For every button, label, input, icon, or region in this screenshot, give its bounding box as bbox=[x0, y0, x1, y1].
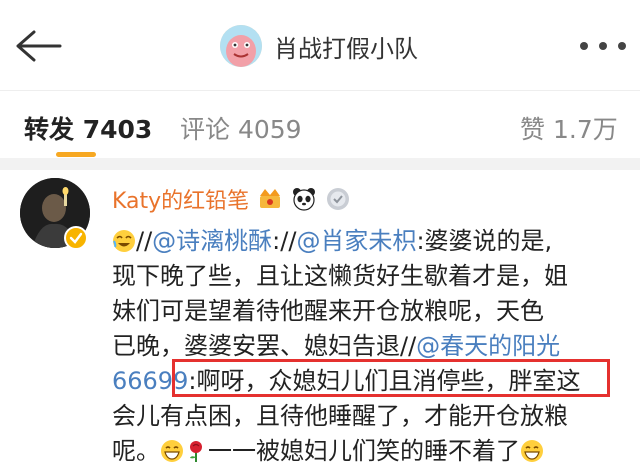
tab-like[interactable]: 赞 1.7万 bbox=[520, 110, 618, 146]
post-line: 会儿有点困，且待他睡醒了，才能开仓放粮 bbox=[112, 402, 568, 430]
tab-bar: 转发 7403 评论 4059 赞 1.7万 bbox=[0, 92, 640, 157]
post-text-segment: :婆婆说的是, bbox=[416, 227, 553, 255]
post-line: 呢。 一一被媳妇儿们笑的睡不着了 bbox=[112, 434, 632, 469]
top-bar: 肖战打假小队 bbox=[0, 0, 640, 90]
post-text-segment: :// bbox=[272, 227, 297, 255]
post-text-segment: 呢。 bbox=[112, 437, 160, 465]
post-text: //@诗漓桃酥://@肖家未枳:婆婆说的是, 现下晚了些，且让这懒货好生歇着才是… bbox=[112, 224, 632, 469]
page-header[interactable]: 肖战打假小队 bbox=[220, 24, 418, 68]
grin-emoji bbox=[161, 440, 183, 462]
panda-badge-icon[interactable] bbox=[291, 186, 317, 212]
tab-repost-count: 7403 bbox=[82, 115, 153, 144]
tab-comment-count: 4059 bbox=[237, 115, 302, 144]
tab-comment[interactable]: 评论 4059 bbox=[180, 110, 302, 146]
mention-link[interactable]: @春天的阳光 bbox=[416, 332, 560, 360]
mention-link[interactable]: @诗漓桃酥 bbox=[152, 227, 272, 255]
tab-comment-label: 评论 bbox=[180, 115, 231, 144]
post-text-segment: // bbox=[136, 227, 153, 255]
post-line: 现下晚了些，且让这懒货好生歇着才是，姐 bbox=[112, 262, 568, 290]
tab-repost-label: 转发 bbox=[24, 115, 75, 144]
post-line: 妹们可是望着待他醒来开仓放粮呢，天色 bbox=[112, 297, 544, 325]
tab-like-count: 1.7万 bbox=[552, 115, 618, 144]
post-header: Katy的红铅笔 bbox=[112, 182, 351, 216]
divider bbox=[0, 90, 640, 91]
post-text-segment: 一一被媳妇儿们笑的睡不着了 bbox=[208, 437, 520, 465]
back-arrow-icon[interactable] bbox=[12, 26, 64, 66]
tab-like-label: 赞 bbox=[520, 115, 546, 144]
username[interactable]: Katy的红铅笔 bbox=[112, 183, 249, 215]
grin-emoji bbox=[521, 440, 543, 462]
crying-laughing-emoji bbox=[113, 230, 135, 252]
post-text-segment: 已晚，婆婆安罢、媳妇告退// bbox=[112, 332, 417, 360]
crown-badge-icon[interactable] bbox=[257, 186, 283, 212]
rose-emoji bbox=[190, 441, 202, 462]
mention-link[interactable]: @肖家未枳 bbox=[296, 227, 416, 255]
verified-icon bbox=[64, 226, 88, 250]
active-tab-indicator bbox=[56, 152, 96, 157]
post-line: //@诗漓桃酥://@肖家未枳:婆婆说的是, bbox=[112, 224, 632, 259]
medal-badge-icon[interactable] bbox=[325, 186, 351, 212]
section-separator bbox=[0, 158, 640, 170]
page-title: 肖战打假小队 bbox=[274, 34, 418, 63]
highlight-annotation bbox=[172, 359, 610, 397]
tab-repost[interactable]: 转发 7403 bbox=[24, 110, 152, 146]
more-icon[interactable] bbox=[578, 40, 628, 52]
group-avatar bbox=[220, 25, 262, 67]
